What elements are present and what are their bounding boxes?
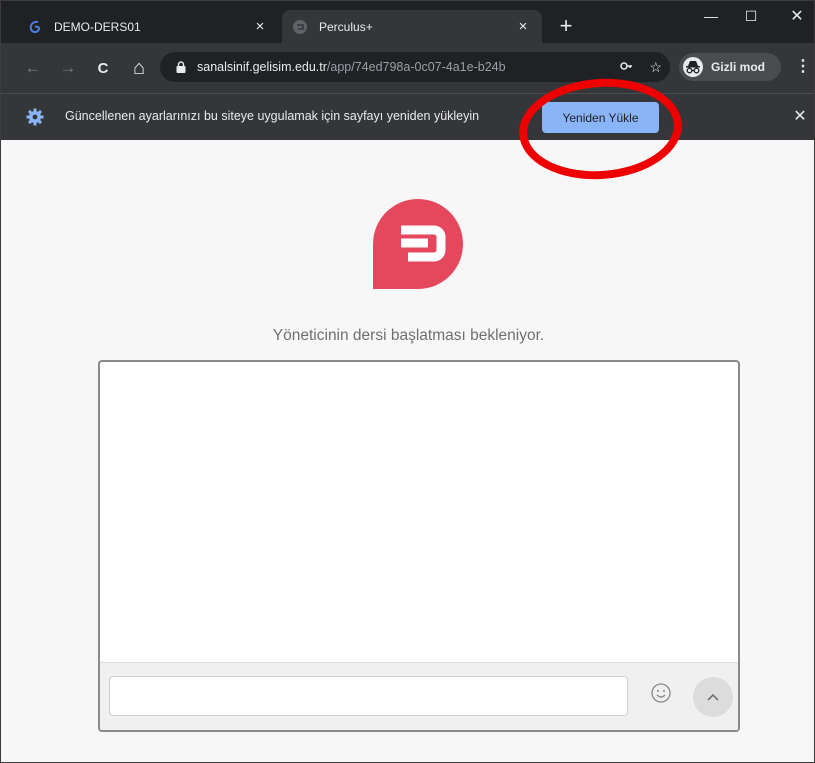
incognito-badge[interactable]: Gizli mod bbox=[679, 53, 781, 81]
omnibox-actions: ☆ bbox=[613, 52, 662, 82]
home-button[interactable]: ⌂ bbox=[127, 56, 151, 80]
browser-menu-icon[interactable]: ⋮ bbox=[795, 57, 811, 77]
key-icon[interactable] bbox=[619, 59, 633, 76]
chat-message-input[interactable] bbox=[109, 676, 628, 716]
incognito-label: Gizli mod bbox=[711, 60, 765, 74]
infobar-close-icon[interactable]: ✕ bbox=[790, 106, 810, 126]
incognito-icon bbox=[683, 57, 703, 77]
url-text: sanalsinif.gelisim.edu.tr/app/74ed798a-0… bbox=[197, 60, 506, 74]
lock-icon bbox=[176, 60, 188, 74]
tab-close-icon[interactable]: × bbox=[249, 18, 271, 35]
url-host: sanalsinif.gelisim.edu.tr bbox=[197, 60, 327, 74]
minimize-button[interactable]: — bbox=[691, 1, 731, 31]
maximize-button[interactable]: ☐ bbox=[731, 1, 771, 31]
forward-button[interactable]: → bbox=[56, 56, 80, 80]
address-bar[interactable]: sanalsinif.gelisim.edu.tr/app/74ed798a-0… bbox=[160, 52, 670, 82]
page-content: Yöneticinin dersi başlatması bekleniyor. bbox=[1, 141, 814, 762]
window-close-button[interactable]: ✕ bbox=[777, 1, 814, 31]
tab-close-icon[interactable]: × bbox=[512, 18, 534, 35]
chat-footer bbox=[100, 662, 738, 730]
settings-gear-icon bbox=[26, 108, 44, 126]
perculus-logo-icon bbox=[373, 199, 463, 289]
chevron-up-icon bbox=[707, 693, 719, 701]
send-button[interactable] bbox=[693, 677, 733, 717]
tab-demo-ders01[interactable]: DEMO-DERS01 × bbox=[17, 10, 279, 43]
new-tab-button[interactable]: + bbox=[554, 15, 578, 37]
tab-title: Perculus+ bbox=[319, 19, 373, 34]
browser-toolbar: ← → C ⌂ sanalsinif.gelisim.edu.tr/app/74… bbox=[1, 43, 814, 93]
browser-window: DEMO-DERS01 × Perculus+ × + — ☐ ✕ ← → C … bbox=[0, 0, 815, 763]
infobar-message: Güncellenen ayarlarınızı bu siteye uygul… bbox=[65, 109, 480, 123]
gelisim-logo-icon bbox=[27, 19, 43, 35]
tab-title: DEMO-DERS01 bbox=[54, 19, 141, 34]
waiting-status-text: Yöneticinin dersi başlatması bekleniyor. bbox=[272, 327, 545, 344]
chat-panel bbox=[98, 360, 740, 732]
tab-strip: DEMO-DERS01 × Perculus+ × + — ☐ ✕ bbox=[1, 1, 814, 43]
url-path: /app/74ed798a-0c07-4a1e-b24b bbox=[326, 60, 506, 74]
perculus-favicon-icon bbox=[292, 19, 308, 35]
reload-infobar: Güncellenen ayarlarınızı bu siteye uygul… bbox=[1, 93, 814, 140]
emoji-icon[interactable] bbox=[649, 681, 673, 705]
bookmark-star-icon[interactable]: ☆ bbox=[649, 59, 662, 76]
back-button[interactable]: ← bbox=[21, 56, 45, 80]
tab-perculus[interactable]: Perculus+ × bbox=[282, 10, 542, 43]
reload-button[interactable]: C bbox=[91, 56, 115, 80]
